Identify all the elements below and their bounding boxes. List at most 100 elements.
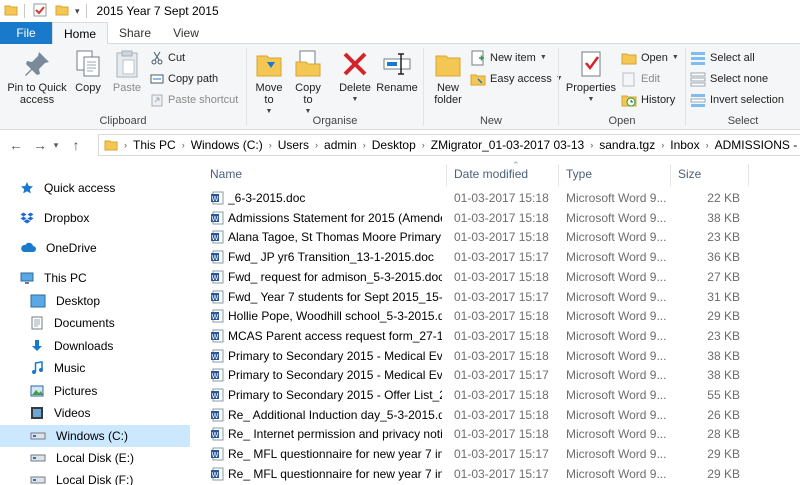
column-divider[interactable] (670, 164, 671, 186)
tab-file[interactable]: File (0, 22, 52, 44)
file-row[interactable]: W Fwd_ JP yr6 Transition_13-1-2015.doc 01-… (192, 247, 800, 267)
breadcrumb-item[interactable]: Windows (C:) (187, 138, 267, 152)
recent-locations-chevron-icon[interactable]: ▾ (50, 140, 62, 151)
file-row[interactable]: W Re_ MFL questionnaire for new year 7 in… (192, 444, 800, 464)
back-arrow-icon[interactable]: ← (6, 137, 26, 153)
nav-item-desktop[interactable]: Desktop (0, 290, 190, 312)
file-type: Microsoft Word 9... (566, 407, 667, 422)
nav-item-documents[interactable]: Documents (0, 312, 190, 334)
file-row[interactable]: W Re_ MFL questionnaire for new year 7 in… (192, 464, 800, 484)
nav-item-label: Local Disk (E:) (56, 451, 135, 465)
move-to-button[interactable]: Move to ▼ (253, 48, 285, 118)
breadcrumb-separator-icon[interactable]: › (704, 140, 711, 150)
customize-toolbar-chevron-icon[interactable]: ▾ (75, 6, 80, 17)
nav-item-quick-access[interactable]: Quick access (0, 177, 190, 199)
file-name: Re_ MFL questionnaire for new year 7 in … (228, 447, 442, 462)
breadcrumb-item[interactable]: ZMigrator_01-03-2017 03-13 (427, 138, 588, 152)
open-button[interactable]: Open ▼ (621, 49, 679, 67)
breadcrumb-separator-icon[interactable]: › (361, 140, 368, 150)
column-header-name[interactable]: Name (210, 162, 446, 186)
breadcrumb-item[interactable]: Users (274, 138, 313, 152)
column-divider[interactable] (748, 164, 749, 186)
breadcrumb-item[interactable]: Desktop (368, 138, 420, 152)
file-type: Microsoft Word 9... (566, 328, 667, 343)
file-row[interactable]: W Fwd_ Year 7 students for Sept 2015_15-1… (192, 287, 800, 307)
paste-icon (116, 50, 138, 78)
file-row[interactable]: W Hollie Pope, Woodhill school_5-3-2015.d… (192, 306, 800, 326)
breadcrumb-item[interactable]: ADMISSIONS - (711, 138, 800, 152)
file-size: 38 KB (707, 210, 740, 225)
nav-item-this-pc[interactable]: This PC (0, 267, 190, 289)
nav-item-pictures[interactable]: Pictures (0, 380, 190, 402)
new-folder-icon[interactable] (55, 3, 69, 20)
file-name: Admissions Statement for 2015 (Amende... (228, 210, 442, 225)
file-row[interactable]: W MCAS Parent access request form_27-1-2.… (192, 326, 800, 346)
breadcrumb-separator-icon[interactable]: › (180, 140, 187, 150)
nav-item-local-disk-f[interactable]: Local Disk (F:) (0, 469, 190, 485)
nav-item-downloads[interactable]: Downloads (0, 335, 190, 357)
new-folder-button[interactable]: New folder (430, 48, 466, 106)
file-type: Microsoft Word 9... (566, 466, 667, 481)
breadcrumb-separator-icon[interactable]: › (313, 140, 320, 150)
file-row[interactable]: W Alana Tagoe, St Thomas Moore Primary ..… (192, 227, 800, 247)
file-row[interactable]: W Primary to Secondary 2015 - Offer List_… (192, 385, 800, 405)
tab-share[interactable]: Share (110, 22, 160, 44)
column-header-type[interactable]: Type (566, 162, 670, 186)
pin-to-quick-access-button[interactable]: Pin to Quick access (4, 48, 70, 106)
paste-button[interactable]: Paste (110, 48, 144, 94)
file-row[interactable]: W Re_ Additional Induction day_5-3-2015.d… (192, 405, 800, 425)
breadcrumb-separator-icon[interactable]: › (588, 140, 595, 150)
tab-view[interactable]: View (160, 22, 212, 44)
breadcrumb-item[interactable]: Inbox (666, 138, 703, 152)
breadcrumb-separator-icon[interactable]: › (420, 140, 427, 150)
nav-item-windows-c[interactable]: Windows (C:) (0, 425, 190, 447)
svg-text:W: W (212, 372, 219, 380)
nav-item-onedrive[interactable]: OneDrive (0, 237, 190, 259)
select-none-button[interactable]: Select none (690, 70, 768, 88)
ribbon-tabs: File Home Share View (0, 22, 800, 45)
file-row[interactable]: W _6-3-2015.doc 01-03-2017 15:18 Microsoft … (192, 188, 800, 208)
rename-button[interactable]: Rename (375, 48, 419, 94)
file-name: Re_ Internet permission and privacy noti… (228, 427, 442, 442)
file-row[interactable]: W Re_ Internet permission and privacy not… (192, 424, 800, 444)
file-name: Primary to Secondary 2015 - Medical Evi.… (228, 368, 442, 383)
nav-item-local-disk-e[interactable]: Local Disk (E:) (0, 447, 190, 469)
properties-button[interactable]: Properties ▼ (565, 48, 617, 106)
tab-home[interactable]: Home (52, 22, 108, 45)
breadcrumb-separator-icon[interactable]: › (659, 140, 666, 150)
up-arrow-icon[interactable]: ↑ (66, 137, 86, 153)
breadcrumb-separator-icon[interactable]: › (267, 140, 274, 150)
nav-item-music[interactable]: Music (0, 357, 190, 379)
nav-item-label: Desktop (56, 294, 101, 308)
column-divider[interactable] (558, 164, 559, 186)
breadcrumb-item[interactable]: sandra.tgz (595, 138, 659, 152)
history-button[interactable]: History (621, 91, 675, 109)
invert-selection-button[interactable]: Invert selection (690, 91, 784, 109)
navigation-bar: ← → ▾ ↑ › This PC › Windows (C:) › Users › adm… (0, 131, 800, 159)
file-row[interactable]: W Primary to Secondary 2015 - Medical Evi… (192, 346, 800, 366)
column-header-date[interactable]: Date modified (454, 162, 564, 186)
nav-item-label: Videos (54, 406, 91, 420)
copy-button[interactable]: Copy (72, 48, 104, 94)
easy-access-button[interactable]: Easy access ▼ (470, 70, 563, 88)
cut-button[interactable]: Cut (150, 49, 185, 67)
nav-item-dropbox[interactable]: Dropbox (0, 207, 190, 229)
new-item-button[interactable]: New item ▼ (470, 49, 547, 67)
edit-button[interactable]: Edit (621, 70, 660, 88)
address-bar[interactable]: › This PC › Windows (C:) › Users › admin › Deskt… (98, 134, 800, 156)
forward-arrow-icon[interactable]: → (30, 137, 50, 153)
column-divider[interactable] (446, 164, 447, 186)
select-all-button[interactable]: Select all (690, 49, 755, 67)
properties-check-icon[interactable] (33, 3, 47, 20)
delete-button[interactable]: Delete ▼ (337, 48, 373, 106)
breadcrumb-item[interactable]: This PC (129, 138, 180, 152)
copy-path-button[interactable]: Copy path (150, 70, 218, 88)
nav-item-videos[interactable]: Videos (0, 402, 190, 424)
copy-to-button[interactable]: Copy to ▼ (291, 48, 325, 118)
file-row[interactable]: W Admissions Statement for 2015 (Amende..… (192, 208, 800, 228)
paste-shortcut-button[interactable]: Paste shortcut (150, 91, 238, 109)
column-header-size[interactable]: Size (678, 162, 740, 186)
file-row[interactable]: W Primary to Secondary 2015 - Medical Evi… (192, 365, 800, 385)
file-row[interactable]: W Fwd_ request for admison_5-3-2015.doc 01… (192, 267, 800, 287)
breadcrumb-item[interactable]: admin (320, 138, 361, 152)
